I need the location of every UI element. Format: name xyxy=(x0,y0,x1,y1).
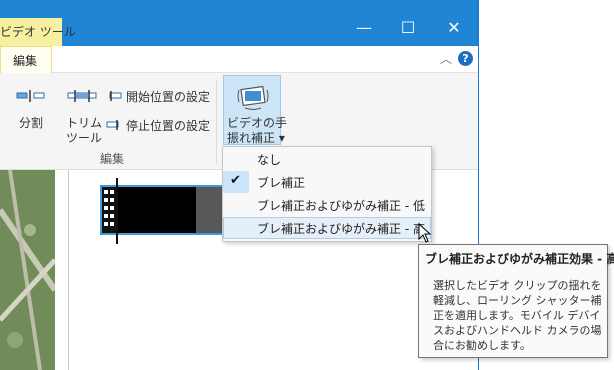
menu-item-none[interactable]: なし xyxy=(223,148,431,170)
ribbon-separator xyxy=(216,80,217,164)
set-start-point-button[interactable]: 開始位置の設定 xyxy=(106,87,210,105)
video-stabilization-button[interactable]: ビデオの手 振れ補正 ▾ xyxy=(223,75,287,145)
playhead-marker[interactable] xyxy=(116,178,118,244)
trim-icon xyxy=(67,90,97,102)
tooltip-title: ブレ補正およびゆがみ補正効果 - 高 xyxy=(425,252,614,266)
tab-edit[interactable]: 編集 xyxy=(0,46,52,73)
set-end-icon xyxy=(106,120,119,130)
pane-divider xyxy=(68,170,69,370)
help-button[interactable]: ? xyxy=(458,51,473,66)
context-tab-video-tools: ビデオ ツール xyxy=(0,18,76,46)
close-button[interactable]: ✕ xyxy=(436,14,472,42)
video-stabilization-icon xyxy=(237,85,269,110)
film-strip-edge xyxy=(102,187,116,233)
stabilization-dropdown-menu: なし ✔ ブレ補正 ブレ補正およびゆがみ補正 - 低 ブレ補正およびゆがみ補正 … xyxy=(222,146,432,242)
tab-edit-label: 編集 xyxy=(13,54,38,68)
collapse-ribbon-button[interactable]: ︿ xyxy=(440,50,452,67)
maximize-button[interactable]: ☐ xyxy=(390,14,426,42)
checkmark-icon: ✔ xyxy=(223,171,249,193)
help-icon: ? xyxy=(462,52,469,65)
split-icon xyxy=(16,90,45,102)
set-start-icon xyxy=(109,91,122,101)
clip-frame xyxy=(118,187,196,233)
ribbon-group-label: 編集 xyxy=(100,152,125,166)
mouse-pointer-icon xyxy=(418,223,432,243)
tooltip-body: 選択したビデオ クリップの揺れを軽減し、ローリング シャッター補正を適用します。… xyxy=(433,279,602,352)
trim-tool-button[interactable]: トリム ツール xyxy=(64,84,102,145)
menu-item-anti-shake-wobble-low[interactable]: ブレ補正およびゆがみ補正 - 低 xyxy=(223,194,431,216)
tooltip: ブレ補正およびゆがみ補正効果 - 高 選択したビデオ クリップの揺れを軽減し、ロ… xyxy=(418,244,614,358)
set-end-point-button[interactable]: 停止位置の設定 xyxy=(106,116,210,134)
context-tab-label: ビデオ ツール xyxy=(0,25,76,39)
video-preview xyxy=(0,170,55,370)
preview-image xyxy=(0,170,55,370)
menu-item-anti-shake[interactable]: ✔ ブレ補正 xyxy=(223,171,431,193)
chevron-up-icon: ︿ xyxy=(440,52,453,66)
split-button[interactable]: 分割 xyxy=(10,84,50,138)
minimize-button[interactable]: — xyxy=(346,14,382,42)
tab-row xyxy=(0,46,478,73)
menu-item-anti-shake-wobble-high[interactable]: ブレ補正およびゆがみ補正 - 高 xyxy=(223,217,431,239)
